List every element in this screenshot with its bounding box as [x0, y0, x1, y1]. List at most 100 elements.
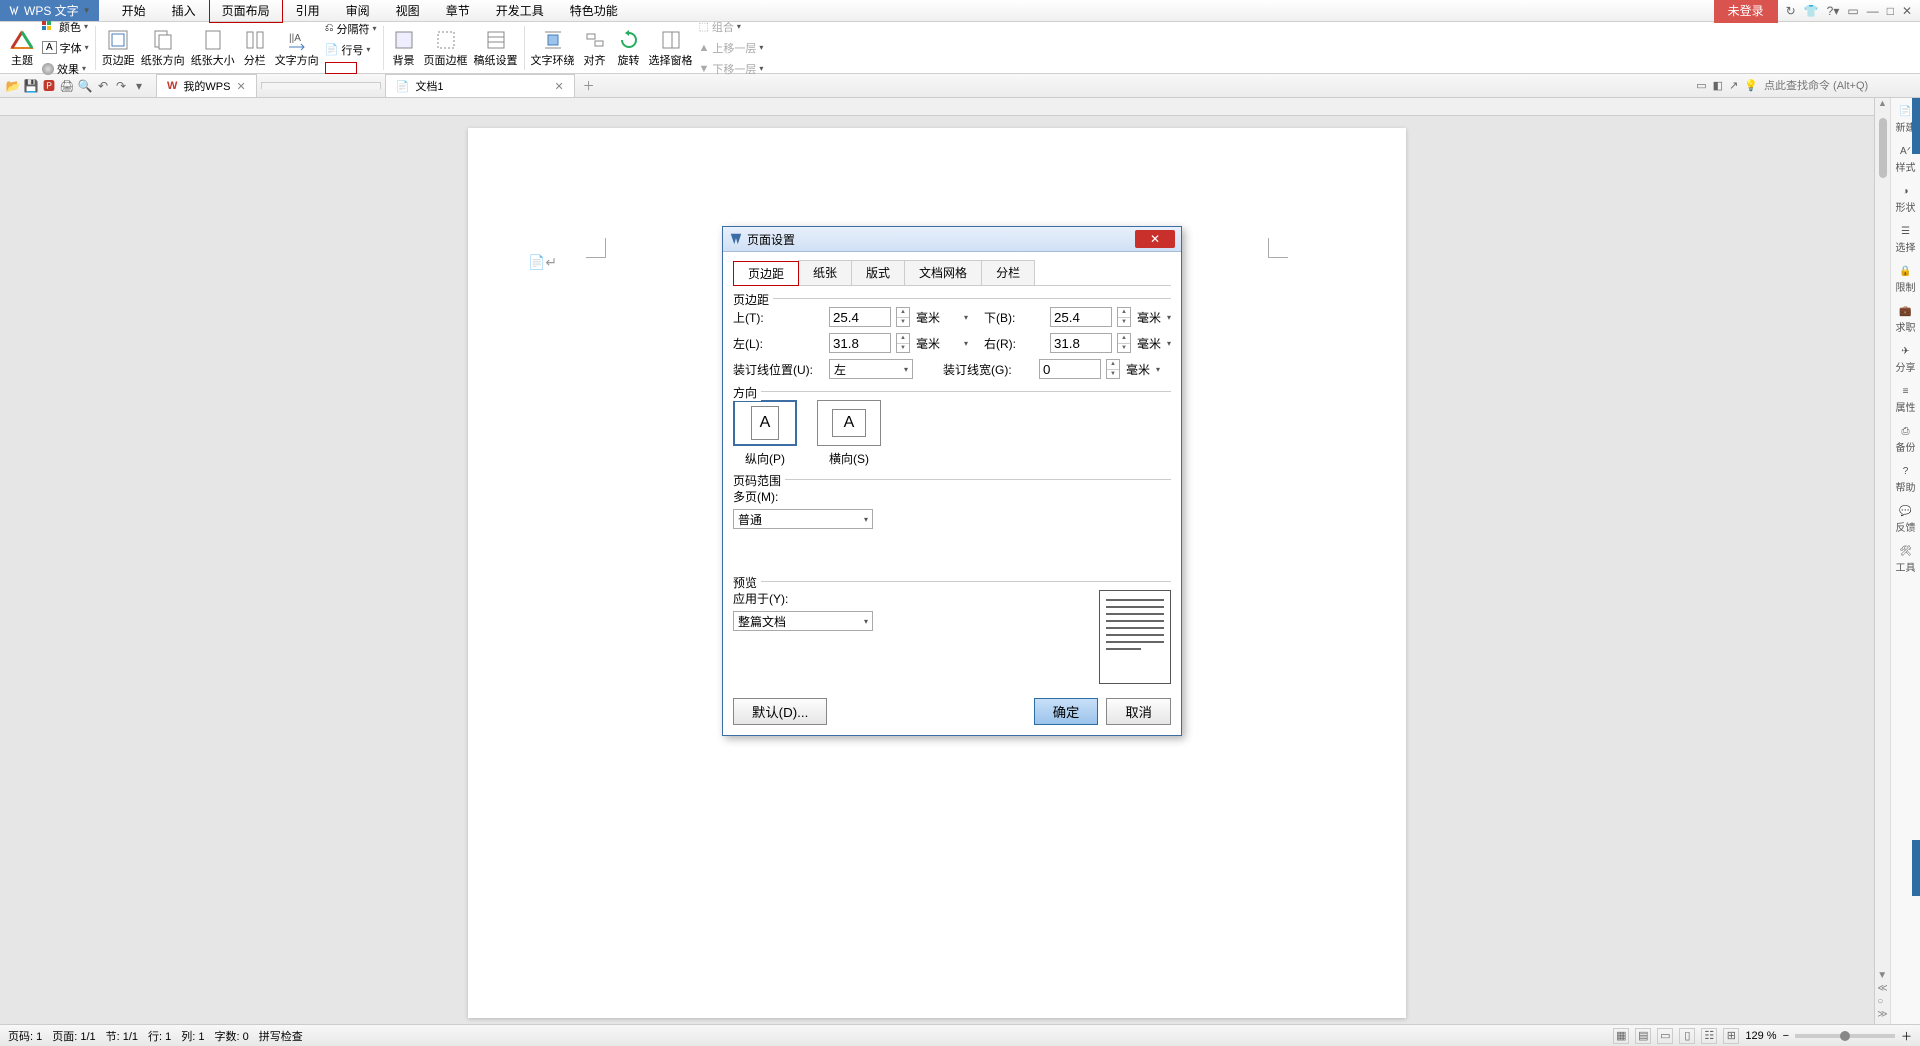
tab1-close-icon[interactable]: ✕ — [236, 80, 245, 93]
side-tools[interactable]: 🛠工具 — [1896, 546, 1916, 574]
app-dropdown-icon[interactable]: ▼ — [83, 6, 91, 15]
save-icon[interactable]: 💾 — [24, 79, 38, 93]
zoom-in-icon[interactable]: ＋ — [1901, 1028, 1912, 1044]
menu-dev[interactable]: 开发工具 — [483, 0, 557, 23]
browse-icon[interactable]: ○ — [1877, 996, 1887, 1007]
dlg-tab-layout[interactable]: 版式 — [851, 260, 905, 285]
manuscript-button[interactable]: 稿纸设置 — [472, 27, 520, 69]
ribbon-toggle-icon[interactable]: ▭ — [1847, 4, 1858, 18]
side-select[interactable]: ☰选择 — [1896, 226, 1916, 254]
rotate-button[interactable]: 旋转 — [613, 27, 645, 69]
tr-icon3[interactable]: ↗ — [1729, 79, 1738, 92]
input-bottom[interactable] — [1050, 307, 1112, 327]
align-button[interactable]: 对齐 — [579, 27, 611, 69]
select-gutter-pos[interactable]: 左▾ — [829, 359, 913, 379]
pane-button[interactable]: 选择窗格 — [647, 27, 695, 69]
login-button[interactable]: 未登录 — [1714, 0, 1778, 23]
status-line[interactable]: 行: 1 — [148, 1028, 171, 1044]
margins-button[interactable]: 页边距 — [100, 27, 137, 69]
sync-icon[interactable]: ↻ — [1786, 4, 1796, 18]
menu-special[interactable]: 特色功能 — [557, 0, 631, 23]
columns-button[interactable]: 分栏 — [239, 27, 271, 69]
status-chars[interactable]: 字数: 0 — [215, 1028, 249, 1044]
status-spell[interactable]: 拼写检查 — [259, 1028, 303, 1044]
textdir-button[interactable]: ||A文字方向 — [273, 27, 321, 69]
dialog-close-button[interactable]: ✕ — [1135, 230, 1175, 248]
preview-icon[interactable]: 🔍 — [78, 79, 92, 93]
side-shape[interactable]: ◑形状 — [1896, 186, 1916, 214]
next-page-icon[interactable]: ≫ — [1877, 1009, 1887, 1020]
orient-portrait[interactable]: A 纵向(P) — [733, 400, 797, 467]
menu-page-layout[interactable]: 页面布局 — [209, 0, 283, 23]
page-direction-button[interactable]: 纸张方向 — [139, 27, 187, 69]
color-button[interactable]: 颜色▾ — [40, 18, 91, 36]
input-right[interactable] — [1050, 333, 1112, 353]
status-page[interactable]: 页码: 1 — [8, 1028, 42, 1044]
cancel-button[interactable]: 取消 — [1106, 698, 1171, 725]
side-backup[interactable]: ⎙备份 — [1896, 426, 1916, 454]
doc-tab-doc1[interactable]: 📄 文档1 ✕ — [385, 74, 575, 97]
scroll-down-icon[interactable]: ▼ — [1877, 970, 1887, 981]
close-icon[interactable]: ✕ — [1902, 4, 1912, 18]
view2-icon[interactable]: ▤ — [1635, 1028, 1651, 1044]
minimize-icon[interactable]: — — [1867, 4, 1879, 18]
zoom-slider[interactable] — [1795, 1034, 1895, 1038]
zoom-thumb[interactable] — [1840, 1031, 1850, 1041]
doc-tab-wps[interactable]: W 我的WPS ✕ — [156, 74, 257, 97]
effect-button[interactable]: 效果▾ — [40, 60, 91, 78]
dialog-launcher-highlight[interactable] — [325, 62, 357, 74]
side-job[interactable]: 💼求职 — [1896, 306, 1916, 334]
breaks-button[interactable]: ⎌分隔符▾ — [323, 20, 379, 38]
spin-top[interactable]: ▲▼ — [896, 307, 910, 327]
qat-dropdown-icon[interactable]: ▾ — [132, 79, 146, 93]
scroll-thumb[interactable] — [1879, 118, 1887, 178]
menu-start[interactable]: 开始 — [109, 0, 159, 23]
shirt-icon[interactable]: 👕 — [1804, 4, 1819, 18]
font-button[interactable]: A字体▾ — [40, 39, 91, 57]
spin-gw[interactable]: ▲▼ — [1106, 359, 1120, 379]
tab2-close-icon[interactable]: ✕ — [554, 80, 563, 93]
input-gutter-w[interactable] — [1039, 359, 1101, 379]
border-button[interactable]: 页面边框 — [422, 27, 470, 69]
open-icon[interactable]: 📂 — [6, 79, 20, 93]
collapse-bar2[interactable] — [1912, 840, 1920, 896]
menu-insert[interactable]: 插入 — [159, 0, 209, 23]
view4-icon[interactable]: ▯ — [1679, 1028, 1695, 1044]
side-share[interactable]: ✈分享 — [1896, 346, 1916, 374]
prev-page-icon[interactable]: ≪ — [1877, 983, 1887, 994]
side-feedback[interactable]: 💬反馈 — [1896, 506, 1916, 534]
select-multi[interactable]: 普通▾ — [733, 509, 873, 529]
dlg-tab-margin[interactable]: 页边距 — [733, 261, 799, 286]
status-pages[interactable]: 页面: 1/1 — [52, 1028, 95, 1044]
maximize-icon[interactable]: □ — [1887, 4, 1894, 18]
pdf-icon[interactable]: 🅿 — [42, 79, 56, 93]
menu-section[interactable]: 章节 — [433, 0, 483, 23]
view3-icon[interactable]: ▭ — [1657, 1028, 1673, 1044]
tr-icon2[interactable]: ◧ — [1713, 79, 1723, 92]
spin-left[interactable]: ▲▼ — [896, 333, 910, 353]
status-sec[interactable]: 节: 1/1 — [106, 1028, 138, 1044]
input-top[interactable] — [829, 307, 891, 327]
help-icon[interactable]: ?▾ — [1827, 4, 1840, 18]
menu-view[interactable]: 视图 — [383, 0, 433, 23]
dlg-tab-grid[interactable]: 文档网格 — [904, 260, 982, 285]
dlg-tab-paper[interactable]: 纸张 — [798, 260, 852, 285]
print-icon[interactable]: 🖨 — [60, 79, 74, 93]
collapse-bar[interactable] — [1912, 98, 1920, 154]
side-help[interactable]: ?帮助 — [1896, 466, 1916, 494]
page-size-button[interactable]: 纸张大小 — [189, 27, 237, 69]
search-input[interactable] — [1764, 80, 1914, 92]
view1-icon[interactable]: ▦ — [1613, 1028, 1629, 1044]
ok-button[interactable]: 确定 — [1034, 698, 1099, 725]
lineno-button[interactable]: 📄行号▾ — [323, 41, 379, 59]
select-apply[interactable]: 整篇文档▾ — [733, 611, 873, 631]
spin-bottom[interactable]: ▲▼ — [1117, 307, 1131, 327]
status-col[interactable]: 列: 1 — [181, 1028, 204, 1044]
bg-button[interactable]: 背景 — [388, 27, 420, 69]
default-button[interactable]: 默认(D)... — [733, 698, 827, 725]
dialog-title-bar[interactable]: 页面设置 ✕ — [723, 227, 1181, 252]
ruler-horizontal[interactable] — [0, 98, 1874, 116]
theme-button[interactable]: 主题 — [6, 27, 38, 69]
input-left[interactable] — [829, 333, 891, 353]
scrollbar-vertical[interactable]: ▲ ▼ ≪ ○ ≫ — [1874, 98, 1890, 1024]
